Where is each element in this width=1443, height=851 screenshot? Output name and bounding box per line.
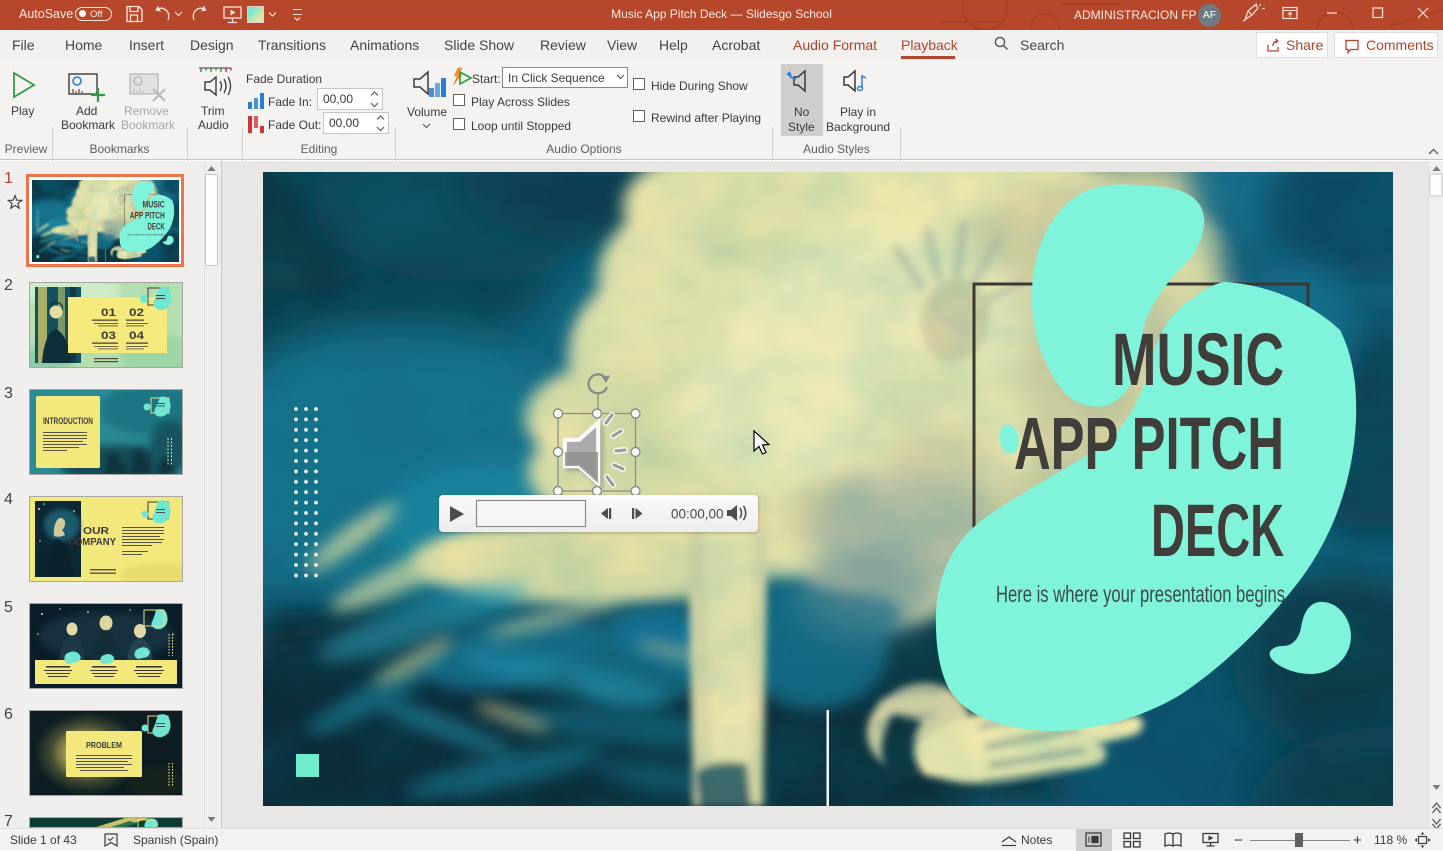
svg-text:COMPANY: COMPANY [68, 537, 116, 548]
svg-text:PROBLEM: PROBLEM [86, 740, 122, 750]
svg-text:01: 01 [101, 307, 116, 319]
svg-text:DECK: DECK [1151, 489, 1284, 572]
svg-text:APP PITCH: APP PITCH [1014, 402, 1284, 485]
svg-text:04: 04 [129, 330, 145, 342]
svg-text:OUR: OUR [83, 526, 110, 537]
svg-text:03: 03 [101, 330, 116, 342]
svg-text:MUSIC: MUSIC [1112, 318, 1284, 401]
svg-text:Here is where your presentatio: Here is where your presentation begins [996, 581, 1285, 607]
svg-text:02: 02 [129, 307, 144, 319]
svg-text:00:00,00: 00:00,00 [671, 507, 724, 522]
svg-text:INTRODUCTION: INTRODUCTION [43, 416, 93, 427]
